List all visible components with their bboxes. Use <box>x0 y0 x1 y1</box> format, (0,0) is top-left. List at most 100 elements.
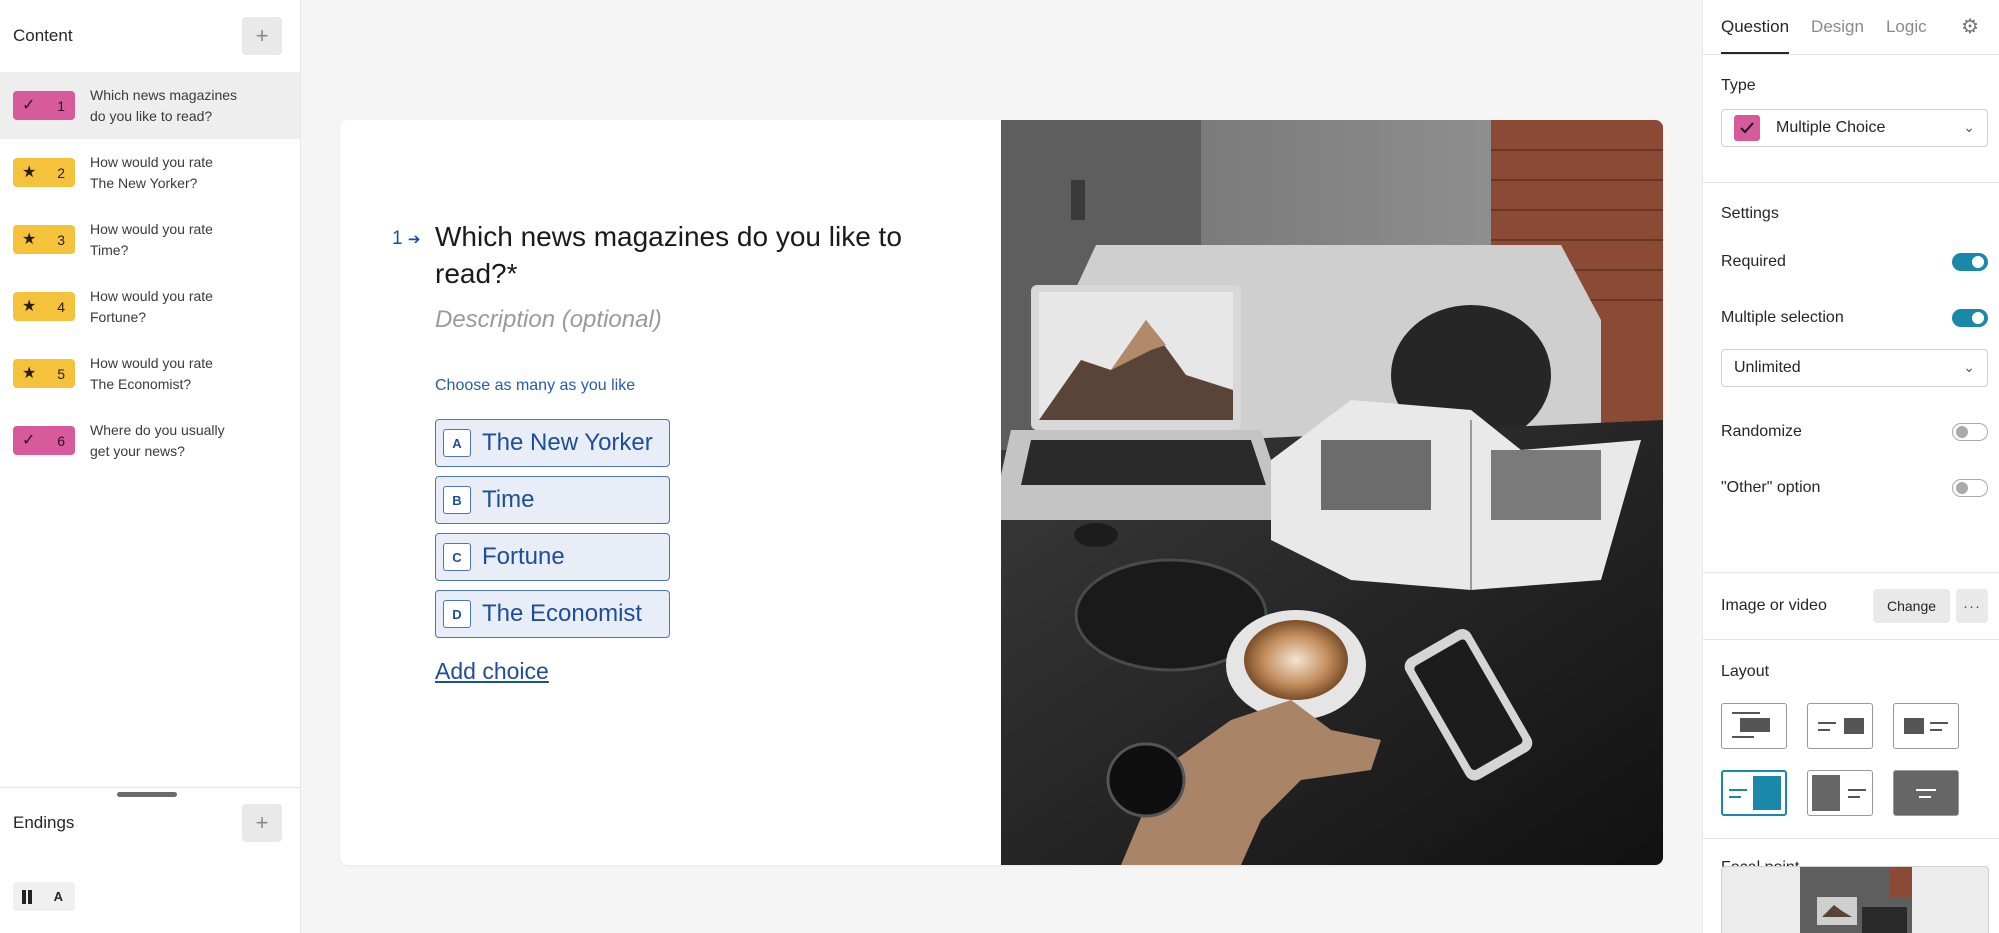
question-item-4[interactable]: ★ 4 How would you rate Fortune? <box>0 273 300 340</box>
question-label: How would you rate The Economist? <box>90 354 213 392</box>
add-choice-link[interactable]: Add choice <box>435 658 549 685</box>
add-ending-button[interactable]: + <box>242 804 282 842</box>
choice-label: Time <box>482 486 535 513</box>
question-badge: ★ 2 <box>13 158 75 187</box>
star-icon: ★ <box>22 230 37 248</box>
other-option-toggle[interactable] <box>1952 479 1988 497</box>
focal-thumbnail <box>1800 867 1912 933</box>
layout-option-4[interactable] <box>1721 770 1787 816</box>
multiple-selection-row: Multiple selection <box>1721 309 1988 327</box>
selection-limit-value: Unlimited <box>1734 359 1801 376</box>
gear-icon[interactable]: ⚙ <box>1961 14 1979 39</box>
randomize-row: Randomize <box>1721 423 1988 441</box>
required-label: Required <box>1721 253 1786 270</box>
multiple-selection-label: Multiple selection <box>1721 309 1844 326</box>
randomize-toggle[interactable] <box>1952 423 1988 441</box>
chevron-down-icon: ⌄ <box>1963 359 1975 375</box>
question-label: How would you rate Fortune? <box>90 287 213 325</box>
multiple-selection-toggle[interactable] <box>1952 309 1988 327</box>
question-title[interactable]: Which news magazines do you like to read… <box>435 218 905 292</box>
other-option-label: "Other" option <box>1721 479 1821 496</box>
question-badge: ★ 5 <box>13 359 75 388</box>
choice-key: C <box>443 543 471 571</box>
chevron-down-icon: ⌄ <box>1963 119 1975 135</box>
choice-key: A <box>443 429 471 457</box>
choice-option[interactable]: A The New Yorker <box>435 419 670 467</box>
choice-label: The Economist <box>482 600 643 627</box>
layout-option-6[interactable] <box>1893 770 1959 816</box>
question-badge: ✓ 6 <box>13 426 75 455</box>
choice-option[interactable]: C Fortune <box>435 533 670 581</box>
panel-tabs: Question Design Logic ⚙ <box>1703 0 1999 55</box>
question-image <box>1001 120 1663 865</box>
choice-key: D <box>443 600 471 628</box>
media-label: Image or video <box>1721 597 1827 614</box>
choice-option[interactable]: D The Economist <box>435 590 670 638</box>
tab-design[interactable]: Design <box>1811 0 1864 54</box>
ending-letter: A <box>53 889 63 904</box>
layout-option-3[interactable] <box>1893 703 1959 749</box>
layout-section: Layout <box>1703 640 1999 839</box>
star-icon: ★ <box>22 163 37 181</box>
change-media-button[interactable]: Change <box>1873 589 1950 623</box>
question-label: How would you rate Time? <box>90 220 213 258</box>
question-label: Where do you usually get your news? <box>90 421 225 459</box>
layout-option-5[interactable] <box>1807 770 1873 816</box>
type-label: Type <box>1721 77 1756 94</box>
photo-illustration <box>1001 120 1663 865</box>
randomize-label: Randomize <box>1721 423 1802 440</box>
content-header: Content + <box>0 0 300 72</box>
endings-header: Endings + <box>0 788 300 858</box>
choice-label: Fortune <box>482 543 565 570</box>
required-row: Required <box>1721 253 1988 271</box>
settings-section: Settings Required Multiple selection Unl… <box>1703 183 1999 573</box>
settings-label: Settings <box>1721 205 1779 222</box>
question-badge: ★ 4 <box>13 292 75 321</box>
question-item-3[interactable]: ★ 3 How would you rate Time? <box>0 206 300 273</box>
choice-option[interactable]: B Time <box>435 476 670 524</box>
endings-section: Endings + <box>0 787 300 858</box>
question-label: Which news magazines do you like to read… <box>90 86 238 124</box>
question-item-1[interactable]: ✓ 1 Which news magazines do you like to r… <box>0 72 300 139</box>
other-option-row: "Other" option <box>1721 479 1988 497</box>
choice-hint: Choose as many as you like <box>435 377 636 394</box>
description-field[interactable]: Description (optional) <box>435 306 662 334</box>
type-select[interactable]: Multiple Choice ⌄ <box>1721 109 1988 147</box>
ending-item[interactable]: A <box>13 882 75 911</box>
layout-options <box>1721 703 1988 816</box>
question-list: ✓ 1 Which news magazines do you like to r… <box>0 72 300 474</box>
settings-panel: Question Design Logic ⚙ Type Multiple Ch… <box>1702 0 1999 933</box>
question-item-5[interactable]: ★ 5 How would you rate The Economist? <box>0 340 300 407</box>
arrow-right-icon: ➔ <box>407 231 421 248</box>
question-label: How would you rate The New Yorker? <box>90 153 213 191</box>
focal-point-picker[interactable] <box>1721 866 1989 933</box>
ending-icon <box>22 889 32 904</box>
choice-label: The New Yorker <box>482 429 653 456</box>
choice-list: A The New Yorker B Time C Fortune D The Econ… <box>435 419 670 647</box>
content-title: Content <box>13 26 73 45</box>
check-icon: ✓ <box>22 431 36 449</box>
tab-question[interactable]: Question <box>1721 0 1790 54</box>
layout-option-2[interactable] <box>1807 703 1873 749</box>
question-badge: ★ 3 <box>13 225 75 254</box>
type-value: Multiple Choice <box>1776 119 1886 136</box>
question-item-2[interactable]: ★ 2 How would you rate The New Yorker? <box>0 139 300 206</box>
tab-logic[interactable]: Logic <box>1886 0 1927 54</box>
question-card: 1 ➔ Which news magazines do you like to … <box>340 120 1663 865</box>
required-toggle[interactable] <box>1952 253 1988 271</box>
endings-title: Endings <box>13 813 75 832</box>
content-sidebar: Content + ✓ 1 Which news magazines do you… <box>0 0 301 933</box>
type-section: Type Multiple Choice ⌄ <box>1703 55 1999 183</box>
more-options-button[interactable]: ··· <box>1956 589 1988 623</box>
question-item-6[interactable]: ✓ 6 Where do you usually get your news? <box>0 407 300 474</box>
media-section: Image or video Change ··· <box>1703 573 1999 640</box>
check-icon <box>1734 115 1760 141</box>
add-question-button[interactable]: + <box>242 17 282 55</box>
layout-label: Layout <box>1721 663 1770 680</box>
question-badge: ✓ 1 <box>13 91 75 120</box>
star-icon: ★ <box>22 297 37 315</box>
selection-limit-select[interactable]: Unlimited ⌄ <box>1721 349 1988 387</box>
choice-key: B <box>443 486 471 514</box>
star-icon: ★ <box>22 364 37 382</box>
layout-option-1[interactable] <box>1721 703 1787 749</box>
